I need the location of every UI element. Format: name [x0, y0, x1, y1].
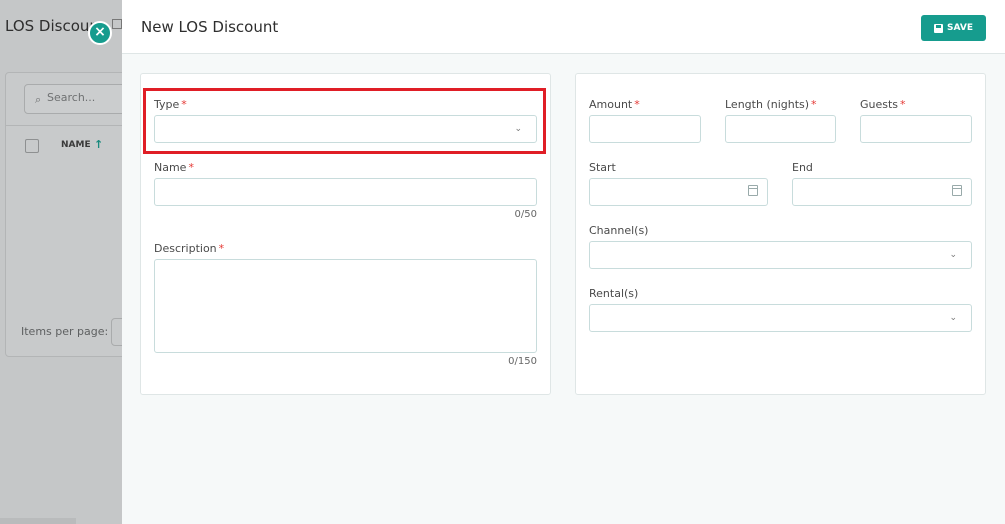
name-required-mark: * [188, 161, 194, 174]
end-label: End [792, 161, 813, 174]
general-info-card: Type * ⌄ Name * 0/50 Description * 0/150 [140, 73, 551, 395]
rentals-label: Rental(s) [589, 287, 639, 300]
length-label: Length (nights) * [725, 98, 817, 111]
start-date-input[interactable] [589, 178, 768, 206]
description-label: Description * [154, 242, 225, 255]
length-required-mark: * [811, 98, 817, 111]
length-input[interactable] [725, 115, 836, 143]
guests-required-mark: * [900, 98, 906, 111]
save-icon [934, 23, 944, 33]
calendar-icon[interactable] [952, 185, 962, 196]
channels-label: Channel(s) [589, 224, 649, 237]
channels-select[interactable]: ⌄ [589, 241, 972, 269]
end-date-input[interactable] [792, 178, 972, 206]
guests-input[interactable] [860, 115, 972, 143]
background-checkbox-icon [112, 19, 122, 29]
background-items-per-page-label: Items per page: [21, 325, 109, 338]
name-label: Name * [154, 161, 194, 174]
description-char-counter: 0/150 [508, 356, 537, 367]
type-select[interactable]: ⌄ [154, 115, 537, 143]
type-label: Type * [154, 98, 187, 111]
close-drawer-button[interactable]: × [88, 21, 112, 45]
name-input[interactable] [154, 178, 537, 206]
background-select-all-checkbox[interactable] [25, 139, 39, 153]
description-textarea[interactable] [154, 259, 537, 353]
start-label: Start [589, 161, 616, 174]
close-icon: × [94, 24, 106, 40]
calendar-icon[interactable] [748, 185, 758, 196]
new-discount-drawer: New LOS Discount SAVE Type * ⌄ Name * 0/50… [122, 0, 1005, 524]
background-footer-strip [0, 518, 76, 524]
guests-label: Guests * [860, 98, 906, 111]
background-page-title: LOS Discoun [5, 17, 99, 35]
background-table-divider [6, 125, 122, 126]
type-required-mark: * [181, 98, 187, 111]
background-column-name[interactable]: NAME [61, 140, 91, 150]
chevron-down-icon: ⌄ [514, 124, 522, 134]
drawer-header: New LOS Discount SAVE [122, 0, 1005, 54]
details-card: Amount * Length (nights) * Guests * Start E… [575, 73, 986, 395]
rentals-select[interactable]: ⌄ [589, 304, 972, 332]
chevron-down-icon: ⌄ [949, 250, 957, 260]
search-icon: ⌕ [35, 93, 42, 106]
description-required-mark: * [218, 242, 225, 255]
name-char-counter: 0/50 [514, 209, 537, 220]
amount-required-mark: * [634, 98, 640, 111]
drawer-title: New LOS Discount [141, 18, 279, 36]
background-search-placeholder: Search... [47, 91, 96, 104]
amount-input[interactable] [589, 115, 701, 143]
arrow-up-icon: ↑ [94, 138, 104, 151]
save-button-label: SAVE [947, 23, 973, 33]
amount-label: Amount * [589, 98, 640, 111]
background-list-card [5, 72, 135, 357]
chevron-down-icon: ⌄ [949, 313, 957, 323]
save-button[interactable]: SAVE [921, 15, 986, 41]
